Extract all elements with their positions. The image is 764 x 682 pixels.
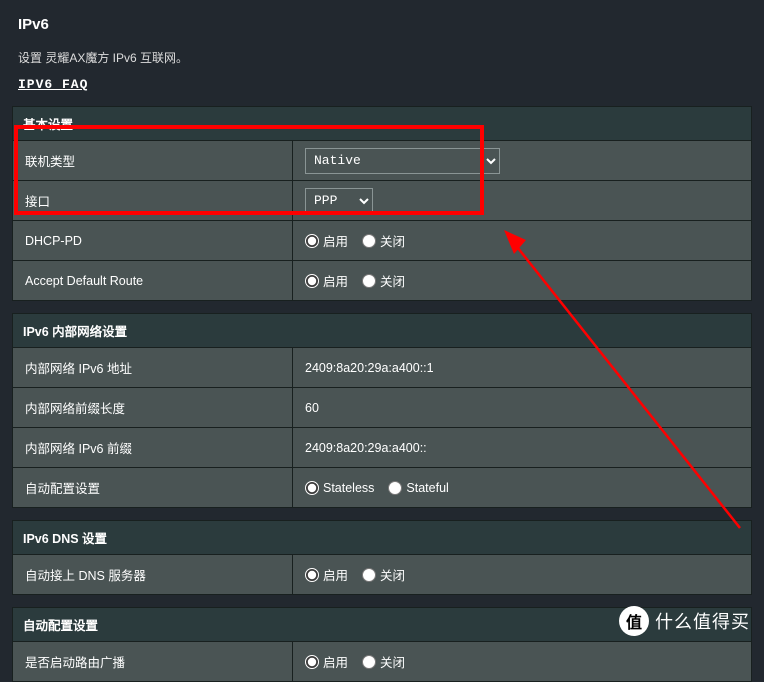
- section-header-lan: IPv6 内部网络设置: [13, 314, 752, 348]
- page-description: 设置 灵耀AX魔方 IPv6 互联网。: [18, 49, 752, 66]
- label-dhcp-pd: DHCP-PD: [13, 221, 293, 261]
- label-lan-prefix: 内部网络 IPv6 前缀: [13, 428, 293, 468]
- dns-settings-table: IPv6 DNS 设置 自动接上 DNS 服务器 启用 关闭: [12, 520, 752, 595]
- value-lan-addr: 2409:8a20:29a:a400::1: [305, 361, 434, 375]
- label-autoconf: 自动配置设置: [13, 468, 293, 508]
- watermark-badge-icon: 值: [619, 606, 649, 636]
- label-conn-type: 联机类型: [13, 141, 293, 181]
- watermark-text: 什么值得买: [655, 608, 750, 634]
- label-router-adv: 是否启动路由广播: [13, 642, 293, 682]
- radio-dhcp-pd-off[interactable]: 关闭: [362, 231, 405, 250]
- radio-adr-off[interactable]: 关闭: [362, 271, 405, 290]
- label-auto-dns: 自动接上 DNS 服务器: [13, 555, 293, 595]
- section-header-basic: 基本设置: [13, 107, 752, 141]
- value-prefix-len: 60: [305, 401, 319, 415]
- radio-auto-dns-off[interactable]: 关闭: [362, 565, 405, 584]
- lan-settings-table: IPv6 内部网络设置 内部网络 IPv6 地址 2409:8a20:29a:a…: [12, 313, 752, 508]
- select-interface[interactable]: PPP: [305, 188, 373, 214]
- radio-dhcp-pd-on[interactable]: 启用: [305, 231, 348, 250]
- label-accept-default-route: Accept Default Route: [13, 261, 293, 301]
- label-prefix-len: 内部网络前缀长度: [13, 388, 293, 428]
- radio-ra-off[interactable]: 关闭: [362, 652, 405, 671]
- radio-adr-on[interactable]: 启用: [305, 271, 348, 290]
- watermark: 值 什么值得买: [619, 606, 750, 636]
- radio-auto-dns-on[interactable]: 启用: [305, 565, 348, 584]
- value-lan-prefix: 2409:8a20:29a:a400::: [305, 441, 427, 455]
- radio-autoconf-stateless[interactable]: Stateless: [305, 481, 374, 495]
- label-lan-addr: 内部网络 IPv6 地址: [13, 348, 293, 388]
- radio-autoconf-stateful[interactable]: Stateful: [388, 481, 448, 495]
- label-interface: 接口: [13, 181, 293, 221]
- select-conn-type[interactable]: Native: [305, 148, 500, 174]
- radio-ra-on[interactable]: 启用: [305, 652, 348, 671]
- page-title: IPv6: [18, 16, 752, 33]
- basic-settings-table: 基本设置 联机类型 Native 接口 PPP DHCP-PD 启用 关闭: [12, 106, 752, 301]
- faq-link[interactable]: IPV6 FAQ: [18, 77, 88, 92]
- section-header-dns: IPv6 DNS 设置: [13, 521, 752, 555]
